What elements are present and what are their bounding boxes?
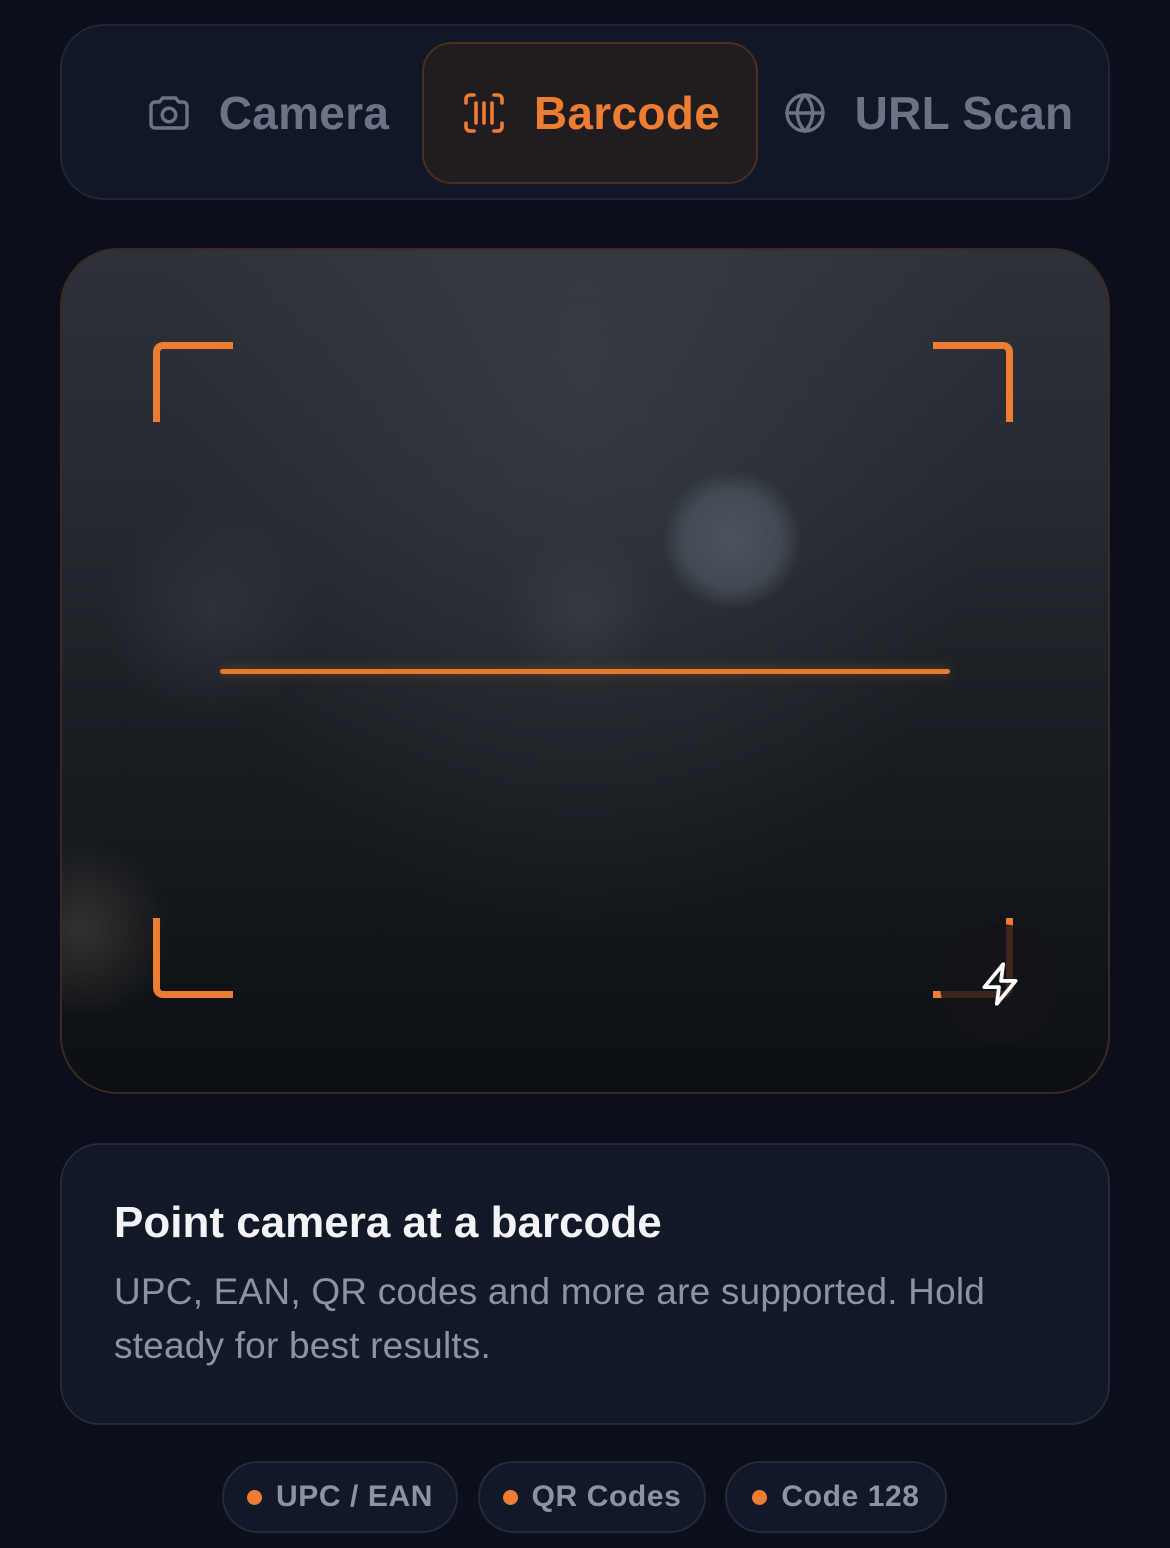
scan-frame-corner-top-left [153, 342, 233, 422]
tab-barcode[interactable]: Barcode [422, 42, 758, 184]
status-dot [752, 1489, 768, 1505]
scan-mode-tabs: Camera Barcode URL Scan [60, 24, 1110, 200]
scan-line [220, 669, 950, 674]
tab-camera-label: Camera [218, 87, 390, 139]
tab-camera[interactable]: Camera [102, 42, 432, 184]
format-chip-label: Code 128 [781, 1480, 920, 1513]
scan-instructions-card: Point camera at a barcode UPC, EAN, QR c… [60, 1143, 1110, 1425]
format-chip-code-128: Code 128 [725, 1461, 947, 1533]
lightning-bolt-icon [982, 962, 1018, 1006]
format-chip-qr-codes: QR Codes [478, 1461, 706, 1533]
scan-frame-corner-top-right [933, 342, 1013, 422]
tab-barcode-label: Barcode [533, 87, 721, 139]
flash-toggle-button[interactable] [940, 924, 1060, 1044]
tab-url-scan-label: URL Scan [854, 87, 1074, 139]
instructions-description: UPC, EAN, QR codes and more are supporte… [114, 1271, 986, 1366]
supported-formats: UPC / EAN QR Codes Code 128 [0, 1461, 1170, 1533]
status-dot [502, 1489, 518, 1505]
format-chip-upc-ean: UPC / EAN [222, 1461, 458, 1533]
instructions-title: Point camera at a barcode [114, 1198, 662, 1247]
format-chip-label: UPC / EAN [275, 1480, 434, 1513]
camera-viewfinder [60, 248, 1110, 1094]
scan-frame-corner-bottom-left [153, 918, 233, 998]
camera-icon [149, 96, 189, 130]
barcode-scan-icon [464, 93, 504, 133]
status-dot [246, 1489, 262, 1505]
globe-icon [784, 93, 825, 133]
format-chip-label: QR Codes [531, 1480, 682, 1513]
tab-url-scan[interactable]: URL Scan [762, 42, 1092, 184]
